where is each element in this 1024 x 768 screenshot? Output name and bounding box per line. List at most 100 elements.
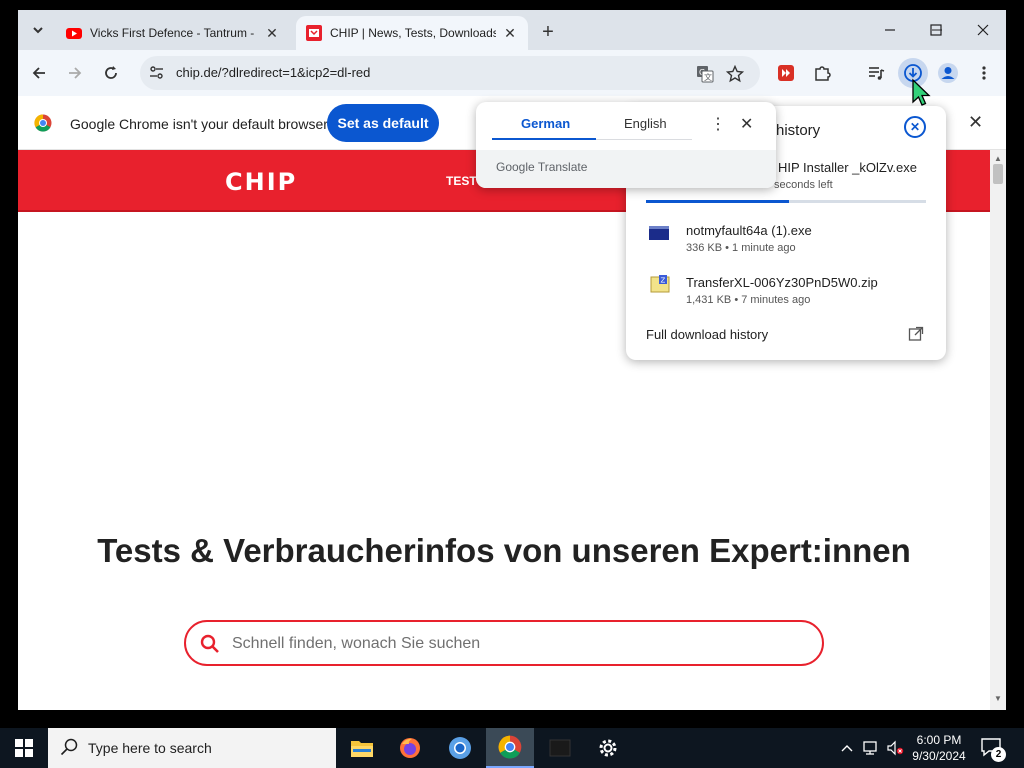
search-placeholder: Schnell finden, wonach Sie suchen	[232, 635, 481, 652]
folder-icon	[351, 741, 373, 757]
bookmark-button[interactable]	[724, 63, 746, 85]
arrow-left-icon	[32, 67, 45, 79]
toolbar: chip.de/?dlredirect=1&icp2=dl-red G文	[18, 50, 1006, 96]
mouse-cursor-icon	[912, 78, 931, 106]
translate-close-button[interactable]: ✕	[740, 114, 753, 134]
chip-logo[interactable]: CHIP	[225, 168, 297, 196]
search-icon	[60, 738, 78, 756]
infobar-close-button[interactable]: ✕	[968, 112, 983, 133]
forward-button[interactable]	[62, 60, 88, 86]
taskbar-firefox[interactable]	[386, 728, 434, 768]
address-bar[interactable]: chip.de/?dlredirect=1&icp2=dl-red G文	[140, 56, 760, 90]
selected-tab-indicator	[492, 138, 596, 140]
site-settings-icon[interactable]	[148, 64, 166, 82]
show-hidden-icons-button[interactable]	[838, 728, 856, 768]
chrome-icon	[498, 735, 522, 759]
tab-close-button[interactable]: ✕	[264, 25, 280, 41]
taskbar-chromium[interactable]	[436, 728, 484, 768]
scroll-down-arrow-icon[interactable]: ▼	[994, 694, 1002, 703]
media-control-button[interactable]	[864, 61, 888, 85]
chrome-logo-icon	[34, 114, 52, 132]
tab-search-button[interactable]	[26, 18, 50, 42]
taskbar-terminal[interactable]	[536, 728, 584, 768]
clock-time: 6:00 PM	[916, 733, 962, 747]
youtube-icon	[66, 28, 82, 39]
start-button[interactable]	[0, 728, 48, 768]
download-bubble-title: history	[776, 122, 821, 139]
translate-bubble: German English ⋮ ✕ Google Translate	[476, 102, 776, 188]
minimize-button-2[interactable]	[867, 10, 913, 50]
tab-chip[interactable]: CHIP | News, Tests, Downloads ✕	[296, 16, 528, 50]
taskbar-settings[interactable]	[584, 728, 632, 768]
network-button[interactable]	[860, 728, 882, 768]
scrollbar-thumb[interactable]	[993, 164, 1003, 184]
download-bubble-close-button[interactable]: ✕	[904, 116, 926, 138]
exe-file-icon	[649, 226, 669, 240]
open-in-new-icon[interactable]	[908, 326, 924, 342]
taskbar-clock[interactable]: 6:00 PM 9/30/2024	[910, 732, 968, 764]
arrow-right-icon	[69, 67, 82, 79]
infobar-message: Google Chrome isn't your default browser	[70, 116, 328, 132]
taskbar-chrome[interactable]	[486, 728, 534, 768]
translate-options-button[interactable]: ⋮	[710, 114, 726, 134]
taskbar-search-placeholder: Type here to search	[88, 740, 212, 756]
tab-close-button[interactable]: ✕	[502, 25, 518, 41]
download-progress-bar	[646, 200, 926, 203]
close-window-button[interactable]	[960, 10, 1006, 50]
profile-button[interactable]	[936, 61, 960, 85]
clock-date: 9/30/2024	[912, 749, 966, 763]
volume-muted-icon	[887, 740, 904, 756]
tab-title: CHIP | News, Tests, Downloads	[330, 26, 496, 40]
terminal-icon	[549, 739, 571, 757]
translate-source-tab[interactable]: German	[521, 116, 570, 131]
download-meta: 1,431 KB • 7 minutes ago	[686, 294, 811, 306]
puzzle-icon	[815, 66, 831, 81]
tab-youtube[interactable]: Vicks First Defence - Tantrum - ✕	[56, 16, 290, 50]
volume-button[interactable]	[884, 728, 906, 768]
chevron-down-icon	[33, 27, 43, 34]
chevron-up-icon	[841, 745, 853, 752]
tab-title: Vicks First Defence - Tantrum -	[90, 26, 255, 40]
download-filename: HIP Installer _kOlZv.exe	[778, 160, 917, 175]
new-tab-button[interactable]: +	[536, 20, 560, 44]
more-vertical-icon	[982, 66, 986, 80]
download-filename: TransferXL-006Yz30PnD5W0.zip	[686, 275, 878, 290]
reload-button[interactable]	[98, 60, 124, 86]
search-icon	[200, 634, 219, 653]
page-headline: Tests & Verbraucherinfos von unseren Exp…	[97, 532, 911, 569]
translate-icon: G文	[697, 66, 714, 83]
chip-favicon-icon	[306, 25, 322, 41]
close-icon	[977, 24, 989, 36]
svg-text:Z: Z	[661, 277, 666, 285]
gear-icon	[599, 739, 617, 757]
profile-avatar-icon	[938, 63, 958, 83]
translate-footer: Google Translate	[476, 150, 776, 188]
maximize-button[interactable]	[913, 10, 959, 50]
taskbar: Type here to search 6:00 PM 9/30/2024 2	[0, 728, 1024, 768]
scroll-up-arrow-icon[interactable]: ▲	[994, 154, 1002, 163]
download-filename: notmyfault64a (1).exe	[686, 223, 812, 238]
download-meta: 336 KB • 1 minute ago	[686, 242, 796, 254]
translate-page-button[interactable]: G文	[694, 63, 716, 85]
chrome-menu-button[interactable]	[972, 61, 996, 85]
maximize-icon	[930, 24, 942, 36]
back-button[interactable]	[26, 60, 52, 86]
fast-forward-extension-icon	[778, 65, 794, 81]
network-icon	[863, 741, 877, 755]
playlist-icon	[869, 67, 885, 80]
page-scrollbar[interactable]: ▲ ▼	[990, 150, 1006, 710]
download-progress-fill	[646, 200, 789, 203]
set-as-default-button[interactable]: Set as default	[327, 104, 439, 142]
chromium-icon	[449, 737, 471, 759]
extensions-menu-button[interactable]	[810, 61, 834, 85]
full-download-history-link[interactable]: Full download history	[646, 327, 768, 342]
browser-window: Vicks First Defence - Tantrum - ✕ CHIP |…	[18, 10, 1006, 710]
taskbar-search-box[interactable]: Type here to search	[48, 728, 336, 768]
star-icon	[726, 65, 744, 83]
windows-logo-icon	[15, 739, 33, 757]
reload-icon	[105, 66, 117, 79]
site-search-input[interactable]: Schnell finden, wonach Sie suchen	[184, 620, 824, 666]
taskbar-file-explorer[interactable]	[338, 728, 386, 768]
extension-button[interactable]	[774, 61, 798, 85]
translate-target-tab[interactable]: English	[624, 116, 667, 131]
